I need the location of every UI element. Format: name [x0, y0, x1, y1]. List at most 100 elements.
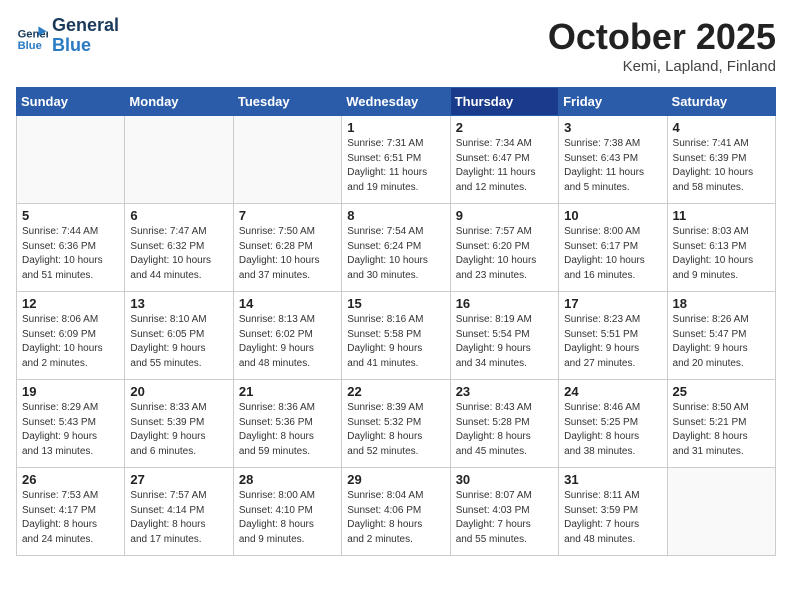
calendar-cell: 21 Sunrise: 8:36 AM Sunset: 5:36 PM Dayli…	[233, 380, 341, 468]
location-subtitle: Kemi, Lapland, Finland	[548, 58, 776, 75]
day-number: 6	[130, 208, 227, 223]
day-info: Sunrise: 8:19 AM Sunset: 5:54 PM Dayligh…	[456, 313, 553, 371]
calendar-cell	[17, 116, 125, 204]
day-number: 13	[130, 296, 227, 311]
weekday-header-saturday: Saturday	[667, 88, 775, 116]
calendar-cell: 30Sunrise: 8:07 AM Sunset: 4:03 PM Dayli…	[450, 468, 558, 556]
day-info: Sunrise: 8:11 AM Sunset: 3:59 PM Dayligh…	[564, 489, 661, 547]
day-info: Sunrise: 7:53 AM Sunset: 4:17 PM Dayligh…	[22, 489, 119, 547]
calendar-cell: 23 Sunrise: 8:43 AM Sunset: 5:28 PM Dayli…	[450, 380, 558, 468]
calendar-cell: 20Sunrise: 8:33 AM Sunset: 5:39 PM Dayli…	[125, 380, 233, 468]
logo: General Blue General Blue	[16, 16, 119, 56]
week-row-1: 1Sunrise: 7:31 AM Sunset: 6:51 PM Daylig…	[17, 116, 776, 204]
week-row-5: 26 Sunrise: 7:53 AM Sunset: 4:17 PM Dayli…	[17, 468, 776, 556]
day-info: Sunrise: 8:07 AM Sunset: 4:03 PM Dayligh…	[456, 489, 553, 547]
day-info: Sunrise: 8:16 AM Sunset: 5:58 PM Dayligh…	[347, 313, 444, 371]
weekday-header-sunday: Sunday	[17, 88, 125, 116]
calendar-cell: 14Sunrise: 8:13 AM Sunset: 6:02 PM Dayli…	[233, 292, 341, 380]
month-title: October 2025	[548, 16, 776, 58]
day-number: 31	[564, 472, 661, 487]
day-info: Sunrise: 7:54 AM Sunset: 6:24 PM Dayligh…	[347, 225, 444, 283]
day-info: Sunrise: 8:29 AM Sunset: 5:43 PM Dayligh…	[22, 401, 119, 459]
calendar-cell: 25Sunrise: 8:50 AM Sunset: 5:21 PM Dayli…	[667, 380, 775, 468]
calendar-table: SundayMondayTuesdayWednesdayThursdayFrid…	[16, 87, 776, 556]
calendar-cell: 13 Sunrise: 8:10 AM Sunset: 6:05 PM Dayli…	[125, 292, 233, 380]
day-number: 9	[456, 208, 553, 223]
day-info: Sunrise: 7:50 AM Sunset: 6:28 PM Dayligh…	[239, 225, 336, 283]
calendar-cell: 19 Sunrise: 8:29 AM Sunset: 5:43 PM Dayli…	[17, 380, 125, 468]
day-number: 11	[673, 208, 770, 223]
title-block: October 2025 Kemi, Lapland, Finland	[548, 16, 776, 75]
calendar-cell: 5 Sunrise: 7:44 AM Sunset: 6:36 PM Daylig…	[17, 204, 125, 292]
day-number: 25	[673, 384, 770, 399]
day-number: 27	[130, 472, 227, 487]
day-info: Sunrise: 8:43 AM Sunset: 5:28 PM Dayligh…	[456, 401, 553, 459]
day-info: Sunrise: 8:00 AM Sunset: 6:17 PM Dayligh…	[564, 225, 661, 283]
calendar-cell: 29 Sunrise: 8:04 AM Sunset: 4:06 PM Dayli…	[342, 468, 450, 556]
calendar-cell	[125, 116, 233, 204]
calendar-cell: 17 Sunrise: 8:23 AM Sunset: 5:51 PM Dayli…	[559, 292, 667, 380]
day-number: 24	[564, 384, 661, 399]
calendar-cell: 28 Sunrise: 8:00 AM Sunset: 4:10 PM Dayli…	[233, 468, 341, 556]
svg-text:Blue: Blue	[18, 40, 42, 52]
day-info: Sunrise: 7:57 AM Sunset: 4:14 PM Dayligh…	[130, 489, 227, 547]
page-header: General Blue General Blue October 2025 K…	[16, 16, 776, 75]
day-info: Sunrise: 8:04 AM Sunset: 4:06 PM Dayligh…	[347, 489, 444, 547]
day-number: 10	[564, 208, 661, 223]
calendar-cell: 24 Sunrise: 8:46 AM Sunset: 5:25 PM Dayli…	[559, 380, 667, 468]
weekday-header-thursday: Thursday	[450, 88, 558, 116]
calendar-cell: 6 Sunrise: 7:47 AM Sunset: 6:32 PM Daylig…	[125, 204, 233, 292]
day-info: Sunrise: 7:34 AM Sunset: 6:47 PM Dayligh…	[456, 137, 553, 195]
day-info: Sunrise: 8:03 AM Sunset: 6:13 PM Dayligh…	[673, 225, 770, 283]
calendar-cell: 16 Sunrise: 8:19 AM Sunset: 5:54 PM Dayli…	[450, 292, 558, 380]
day-info: Sunrise: 8:39 AM Sunset: 5:32 PM Dayligh…	[347, 401, 444, 459]
calendar-cell: 15 Sunrise: 8:16 AM Sunset: 5:58 PM Dayli…	[342, 292, 450, 380]
day-info: Sunrise: 7:38 AM Sunset: 6:43 PM Dayligh…	[564, 137, 661, 195]
day-number: 21	[239, 384, 336, 399]
calendar-cell: 10 Sunrise: 8:00 AM Sunset: 6:17 PM Dayli…	[559, 204, 667, 292]
day-number: 12	[22, 296, 119, 311]
logo-text: General Blue	[52, 16, 119, 56]
day-info: Sunrise: 8:10 AM Sunset: 6:05 PM Dayligh…	[130, 313, 227, 371]
day-number: 19	[22, 384, 119, 399]
calendar-cell: 11 Sunrise: 8:03 AM Sunset: 6:13 PM Dayli…	[667, 204, 775, 292]
calendar-cell: 18Sunrise: 8:26 AM Sunset: 5:47 PM Dayli…	[667, 292, 775, 380]
day-number: 8	[347, 208, 444, 223]
week-row-4: 19 Sunrise: 8:29 AM Sunset: 5:43 PM Dayli…	[17, 380, 776, 468]
day-info: Sunrise: 7:44 AM Sunset: 6:36 PM Dayligh…	[22, 225, 119, 283]
day-info: Sunrise: 8:46 AM Sunset: 5:25 PM Dayligh…	[564, 401, 661, 459]
day-number: 15	[347, 296, 444, 311]
calendar-cell: 22Sunrise: 8:39 AM Sunset: 5:32 PM Dayli…	[342, 380, 450, 468]
day-info: Sunrise: 8:00 AM Sunset: 4:10 PM Dayligh…	[239, 489, 336, 547]
day-number: 17	[564, 296, 661, 311]
weekday-header-wednesday: Wednesday	[342, 88, 450, 116]
day-info: Sunrise: 7:31 AM Sunset: 6:51 PM Dayligh…	[347, 137, 444, 195]
day-number: 23	[456, 384, 553, 399]
day-info: Sunrise: 7:47 AM Sunset: 6:32 PM Dayligh…	[130, 225, 227, 283]
day-number: 29	[347, 472, 444, 487]
day-info: Sunrise: 8:23 AM Sunset: 5:51 PM Dayligh…	[564, 313, 661, 371]
day-number: 2	[456, 120, 553, 135]
calendar-cell: 9 Sunrise: 7:57 AM Sunset: 6:20 PM Daylig…	[450, 204, 558, 292]
day-info: Sunrise: 8:13 AM Sunset: 6:02 PM Dayligh…	[239, 313, 336, 371]
calendar-cell: 12Sunrise: 8:06 AM Sunset: 6:09 PM Dayli…	[17, 292, 125, 380]
weekday-header-row: SundayMondayTuesdayWednesdayThursdayFrid…	[17, 88, 776, 116]
day-info: Sunrise: 7:57 AM Sunset: 6:20 PM Dayligh…	[456, 225, 553, 283]
day-number: 28	[239, 472, 336, 487]
calendar-cell: 3Sunrise: 7:38 AM Sunset: 6:43 PM Daylig…	[559, 116, 667, 204]
logo-line1: General	[52, 16, 119, 36]
day-number: 5	[22, 208, 119, 223]
weekday-header-monday: Monday	[125, 88, 233, 116]
calendar-cell	[233, 116, 341, 204]
day-number: 7	[239, 208, 336, 223]
logo-line2: Blue	[52, 36, 119, 56]
day-info: Sunrise: 8:33 AM Sunset: 5:39 PM Dayligh…	[130, 401, 227, 459]
calendar-cell: 7 Sunrise: 7:50 AM Sunset: 6:28 PM Daylig…	[233, 204, 341, 292]
day-number: 4	[673, 120, 770, 135]
week-row-3: 12Sunrise: 8:06 AM Sunset: 6:09 PM Dayli…	[17, 292, 776, 380]
day-number: 16	[456, 296, 553, 311]
calendar-cell: 2 Sunrise: 7:34 AM Sunset: 6:47 PM Daylig…	[450, 116, 558, 204]
day-number: 26	[22, 472, 119, 487]
day-info: Sunrise: 8:36 AM Sunset: 5:36 PM Dayligh…	[239, 401, 336, 459]
calendar-cell: 26 Sunrise: 7:53 AM Sunset: 4:17 PM Dayli…	[17, 468, 125, 556]
